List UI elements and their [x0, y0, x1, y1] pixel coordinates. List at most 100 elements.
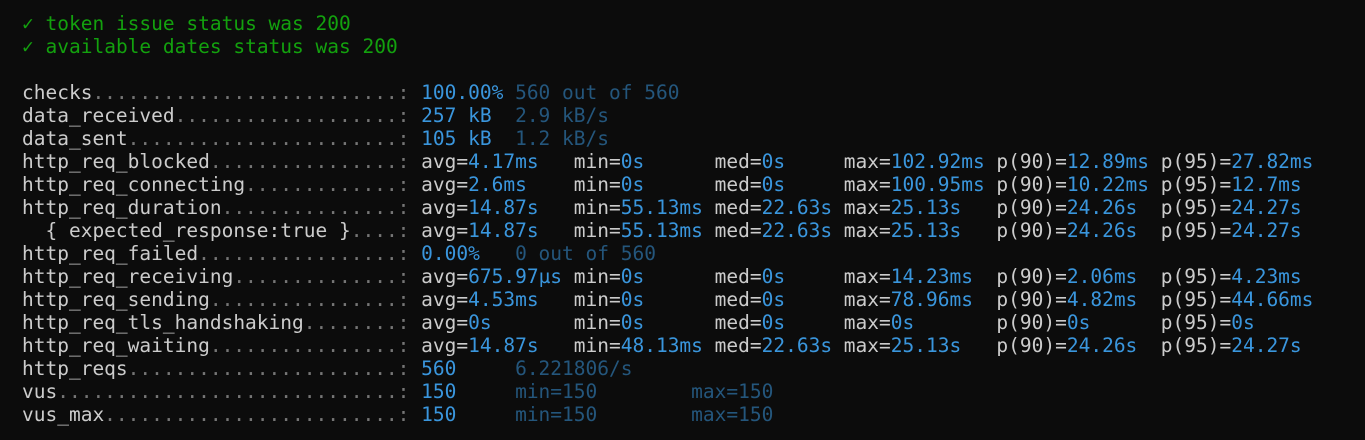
stat-avg: avg=14.87s	[421, 334, 538, 357]
stat-key: med=	[714, 265, 762, 288]
stat-key: max=	[843, 334, 891, 357]
stat-value: 0s	[620, 311, 645, 334]
stat-value: 55.13ms	[620, 219, 703, 242]
stat-key: max=	[843, 288, 891, 311]
stat-med: med=0s	[715, 265, 785, 288]
metric-name: http_req_blocked	[22, 150, 210, 173]
stat-med: med=22.63s	[715, 334, 832, 357]
stat-value: 102.92ms	[890, 150, 985, 173]
stat-key: avg=	[421, 265, 469, 288]
stat-value: 24.27s	[1231, 196, 1302, 219]
metric-dots: ..........................:	[92, 81, 410, 104]
stat-key: max=	[843, 219, 891, 242]
stat-value: 22.63s	[761, 196, 833, 219]
stat-value: 10.22ms	[1066, 173, 1150, 196]
metric-dots: .........................:	[104, 403, 410, 426]
stat-min: min=0s	[574, 311, 644, 334]
check-text: token issue status was 200	[45, 12, 351, 35]
stat-key: p(90)=	[996, 288, 1067, 311]
stat-key: med=	[714, 334, 762, 357]
stat-value: 4.53ms	[468, 288, 539, 311]
metric-name: checks	[22, 81, 93, 104]
stat-value: 22.63s	[761, 219, 833, 242]
stat-value: 0s	[620, 150, 645, 173]
stat-value: 100.95ms	[890, 173, 985, 196]
stat-min: min=0s	[574, 288, 644, 311]
stat-p95: p(95)=27.82ms	[1161, 150, 1314, 173]
stat-min: min=0s	[574, 173, 644, 196]
metric-dots: ..............:	[233, 265, 410, 288]
metric-dots: .......................:	[127, 127, 410, 150]
metric-name: http_req_connecting	[22, 173, 246, 196]
metric-dots: .................:	[198, 242, 410, 265]
stat-max: max=0s	[844, 311, 914, 334]
metric-secondary: min=150	[515, 403, 598, 426]
stat-max: max=78.96ms	[844, 288, 973, 311]
stat-p90: p(90)=24.26s	[996, 334, 1137, 357]
terminal-output: ✓ token issue status was 200 ✓ available …	[22, 12, 1365, 426]
stat-max: max=25.13s	[844, 196, 961, 219]
stat-value: 24.27s	[1231, 334, 1302, 357]
stat-key: p(95)=	[1160, 150, 1232, 173]
metric-row: http_req_receiving..............: avg=675…	[22, 265, 1365, 288]
stat-key: avg=	[421, 334, 469, 357]
stat-max: max=14.23ms	[844, 265, 973, 288]
stat-p95: p(95)=12.7ms	[1161, 173, 1302, 196]
metric-name: http_req_waiting	[22, 334, 210, 357]
metric-row: http_req_duration...............: avg=14.…	[22, 196, 1365, 219]
stat-key: avg=	[421, 219, 469, 242]
stat-value: 0s	[761, 288, 786, 311]
metric-row: http_req_connecting.............: avg=2.6…	[22, 173, 1365, 196]
stat-med: med=22.63s	[715, 219, 832, 242]
stat-value: 55.13ms	[620, 196, 703, 219]
stat-key: p(90)=	[996, 334, 1067, 357]
metric-row: data_sent.......................: 105 kB 1…	[22, 127, 1365, 150]
stat-value: 24.26s	[1066, 219, 1138, 242]
stat-p95: p(95)=24.27s	[1161, 219, 1302, 242]
stat-key: p(95)=	[1160, 334, 1232, 357]
stat-value: 675.97µs	[468, 265, 563, 288]
stat-med: med=22.63s	[715, 196, 832, 219]
stat-key: med=	[714, 150, 762, 173]
check-mark-icon: ✓	[22, 35, 34, 58]
stat-key: p(95)=	[1160, 288, 1232, 311]
stat-min: min=0s	[574, 150, 644, 173]
metric-name: vus	[22, 380, 58, 403]
stat-p95: p(95)=24.27s	[1161, 196, 1302, 219]
metric-name: http_req_failed	[22, 242, 199, 265]
metric-dots: ................:	[209, 334, 410, 357]
stat-avg: avg=2.6ms	[421, 173, 527, 196]
stat-key: p(90)=	[996, 219, 1067, 242]
metric-row: http_req_waiting................: avg=14.…	[22, 334, 1365, 357]
stat-key: avg=	[421, 311, 469, 334]
metric-name: { expected_response:true }	[22, 219, 351, 242]
metric-row: vus_max.........................: 150 min=…	[22, 403, 1365, 426]
stat-value: 25.13s	[890, 219, 962, 242]
stat-value: 12.89ms	[1066, 150, 1150, 173]
metric-row: http_req_sending................: avg=4.5…	[22, 288, 1365, 311]
stat-value: 24.26s	[1066, 196, 1138, 219]
stat-key: med=	[714, 196, 762, 219]
stat-key: avg=	[421, 150, 469, 173]
metric-row: http_reqs.......................: 560 6.22…	[22, 357, 1365, 380]
stat-key: min=	[573, 334, 621, 357]
metric-dots: .............:	[245, 173, 410, 196]
metric-secondary: min=150	[515, 380, 598, 403]
metric-value: 100.00%	[421, 81, 504, 104]
stat-key: avg=	[421, 288, 469, 311]
stat-p95: p(95)=24.27s	[1161, 334, 1302, 357]
stat-value: 4.17ms	[468, 150, 539, 173]
stat-min: min=0s	[574, 265, 644, 288]
metric-value: 105 kB	[421, 127, 492, 150]
metric-name: http_req_sending	[22, 288, 210, 311]
stat-max: max=25.13s	[844, 334, 961, 357]
stat-key: p(90)=	[996, 196, 1067, 219]
stat-avg: avg=14.87s	[421, 196, 538, 219]
stat-p90: p(90)=24.26s	[996, 196, 1137, 219]
stat-value: 0s	[1231, 311, 1255, 334]
stat-key: p(90)=	[996, 311, 1067, 334]
metric-value: 150	[421, 403, 457, 426]
stat-value: 2.6ms	[468, 173, 527, 196]
stat-value: 25.13s	[890, 334, 962, 357]
